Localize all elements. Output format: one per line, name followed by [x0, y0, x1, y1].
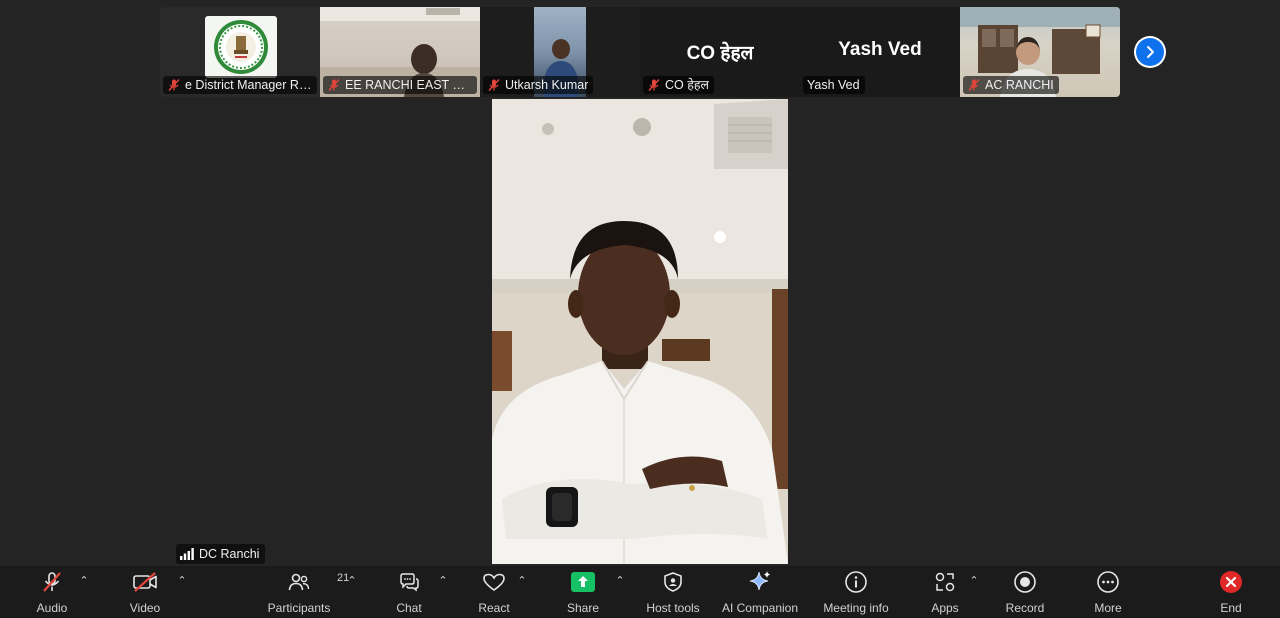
- record-icon: [1014, 571, 1036, 593]
- participants-label: Participants: [267, 601, 331, 615]
- participant-tile[interactable]: Utkarsh Kumar: [480, 7, 640, 97]
- heart-icon: [483, 573, 505, 591]
- share-button[interactable]: Share: [564, 566, 602, 618]
- end-meeting-button[interactable]: End: [1214, 566, 1248, 618]
- mic-muted-icon: [328, 78, 340, 92]
- organization-logo: [205, 16, 277, 78]
- share-label: Share: [566, 601, 600, 615]
- record-button[interactable]: Record: [1003, 566, 1047, 618]
- apps-options-caret-icon[interactable]: ⌃: [968, 574, 980, 588]
- shield-icon: [664, 572, 682, 592]
- ai-companion-button[interactable]: AI Companion: [718, 566, 802, 618]
- participant-tile[interactable]: Yash Ved Yash Ved: [800, 7, 960, 97]
- more-options-icon: [1097, 571, 1119, 593]
- close-icon: [1220, 571, 1242, 593]
- apps-button[interactable]: Apps: [928, 566, 962, 618]
- react-label: React: [478, 601, 510, 615]
- chat-icon: [400, 573, 419, 592]
- participant-tile[interactable]: e District Manager Ra...: [160, 7, 320, 97]
- video-camera-off-icon: [133, 572, 157, 592]
- participant-name-tag: Utkarsh Kumar: [483, 76, 594, 94]
- chevron-right-icon: [1147, 46, 1154, 58]
- react-button[interactable]: React: [476, 566, 512, 618]
- audio-button[interactable]: Audio: [33, 566, 71, 618]
- participant-name: Utkarsh Kumar: [505, 78, 589, 92]
- video-button[interactable]: Video: [125, 566, 165, 618]
- chat-button[interactable]: Chat: [392, 566, 426, 618]
- end-label: End: [1220, 601, 1242, 615]
- mic-muted-icon: [488, 78, 500, 92]
- participant-name: Yash Ved: [807, 78, 860, 92]
- participant-display-name: CO हेहल: [686, 43, 754, 64]
- meeting-info-label: Meeting info: [823, 601, 889, 615]
- mic-muted-icon: [648, 78, 660, 92]
- active-speaker-name: DC Ranchi: [199, 547, 260, 561]
- participant-name-tag: EE RANCHI EAST RAN...: [323, 76, 477, 94]
- react-options-caret-icon[interactable]: ⌃: [516, 574, 528, 588]
- participant-name-tag: e District Manager Ra...: [163, 76, 317, 94]
- video-label: Video: [129, 601, 161, 615]
- active-speaker-video: [492, 99, 788, 564]
- participant-name-tag: AC RANCHI: [963, 76, 1059, 94]
- participant-thumbnail-strip: e District Manager Ra... EE RANCHI EAST …: [160, 7, 1120, 97]
- apps-icon: [935, 572, 955, 592]
- signal-strength-icon: [180, 548, 194, 560]
- participants-button[interactable]: 21 Participants: [264, 566, 350, 618]
- share-options-caret-icon[interactable]: ⌃: [614, 574, 626, 588]
- mic-muted-icon: [968, 78, 980, 92]
- ai-sparkle-icon: [749, 571, 771, 591]
- participant-display-name: Yash Ved: [838, 39, 922, 60]
- participant-tile[interactable]: CO हेहल CO हेहल: [640, 7, 800, 97]
- host-tools-button[interactable]: Host tools: [642, 566, 704, 618]
- participant-name: EE RANCHI EAST RAN...: [345, 78, 472, 92]
- active-speaker-name-tag: DC Ranchi: [176, 544, 266, 564]
- audio-label: Audio: [36, 601, 68, 615]
- apps-label: Apps: [931, 601, 959, 615]
- audio-options-caret-icon[interactable]: ⌃: [78, 574, 90, 588]
- meeting-info-button[interactable]: Meeting info: [818, 566, 894, 618]
- participant-tile[interactable]: EE RANCHI EAST RAN...: [320, 7, 480, 97]
- participant-name: CO हेहल: [665, 78, 709, 92]
- host-tools-label: Host tools: [646, 601, 700, 615]
- participant-name: AC RANCHI: [985, 78, 1054, 92]
- chat-label: Chat: [396, 601, 422, 615]
- meeting-toolbar: Audio ⌃ Video ⌃ 21 Participants ⌃ Chat ⌃…: [0, 566, 1280, 618]
- record-label: Record: [1005, 601, 1045, 615]
- participant-name-tag: CO हेहल: [643, 76, 714, 94]
- share-screen-icon: [571, 572, 595, 592]
- mic-muted-icon: [168, 78, 180, 92]
- microphone-muted-icon: [43, 572, 61, 592]
- participant-name: e District Manager Ra...: [185, 78, 312, 92]
- ai-companion-label: AI Companion: [721, 601, 799, 615]
- more-button[interactable]: More: [1090, 566, 1126, 618]
- info-icon: [845, 571, 867, 593]
- participants-options-caret-icon[interactable]: ⌃: [346, 574, 358, 588]
- chat-options-caret-icon[interactable]: ⌃: [437, 574, 449, 588]
- next-page-button[interactable]: [1134, 36, 1166, 68]
- video-options-caret-icon[interactable]: ⌃: [176, 574, 188, 588]
- participants-icon: [288, 573, 310, 591]
- participant-name-tag: Yash Ved: [803, 76, 865, 94]
- participant-tile[interactable]: AC RANCHI: [960, 7, 1120, 97]
- more-label: More: [1094, 601, 1122, 615]
